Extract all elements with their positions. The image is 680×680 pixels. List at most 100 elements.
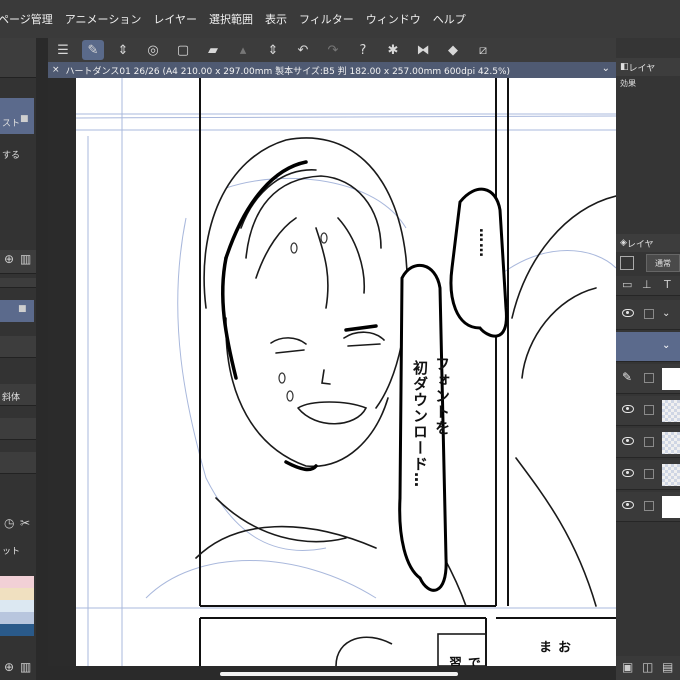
document-title: ハートダンス01 26/26 (A4 210.00 x 297.00mm 製本サ… — [65, 66, 511, 77]
blend-mode-select[interactable]: 通常 — [646, 254, 680, 272]
trash-icon[interactable]: ▥ — [20, 252, 31, 266]
lock-icon: ■ — [20, 114, 29, 124]
layer-thumbnail — [662, 496, 680, 518]
layer-property-tab[interactable]: ◧ レイヤ — [620, 59, 655, 75]
chevron-down-icon[interactable]: ⌄ — [602, 63, 610, 74]
menu-view[interactable]: 表示 — [259, 11, 293, 27]
panel-tab — [0, 278, 36, 288]
new-layer-icon[interactable]: ▭ — [622, 278, 632, 291]
manga-artwork — [75, 78, 616, 666]
property-selected[interactable] — [0, 300, 34, 322]
menu-icon[interactable]: ☰ — [52, 40, 74, 60]
lock-icon: ■ — [18, 304, 27, 314]
new-page-icon[interactable]: ▢ — [172, 40, 194, 60]
right-panel: ◧ レイヤ 効果 ◈ レイヤ 通常 ▭ ⊥ T ⌄ ⌄ ✎ ▣ ◫ ▤ — [616, 38, 680, 680]
checkbox[interactable] — [644, 373, 654, 383]
home-indicator[interactable] — [220, 672, 458, 676]
layer-panel-footer: ▣ ◫ ▤ — [616, 656, 680, 680]
eye-icon[interactable] — [622, 405, 634, 413]
layer-tools-row: ▭ ⊥ T — [616, 276, 680, 296]
bubble-text-line2: 初ダウンロード… — [411, 360, 429, 488]
layer-thumbnail — [662, 400, 680, 422]
redo-icon[interactable]: ↷ — [322, 40, 344, 60]
checkbox[interactable] — [644, 309, 654, 319]
menu-filter[interactable]: フィルター — [293, 11, 360, 27]
clock-icon[interactable]: ◷ — [4, 516, 14, 530]
chevron-down-icon[interactable]: ⌄ — [662, 340, 670, 351]
color-palette[interactable] — [0, 576, 34, 636]
text-tool-icon[interactable]: T — [664, 278, 671, 291]
menu-window[interactable]: ウィンドウ — [360, 11, 427, 27]
chevron-updown-icon[interactable]: ⇕ — [262, 40, 284, 60]
palette-label: ット — [2, 547, 21, 557]
wrench-icon[interactable]: ✂ — [20, 516, 30, 530]
layer-thumbnail — [662, 464, 680, 486]
effect-label: 効果 — [620, 78, 636, 88]
layer-icon: ◈ — [620, 238, 627, 248]
bottom-panel-text-2: で習 — [446, 656, 480, 666]
panel-header — [0, 38, 36, 78]
layer-row[interactable]: ✎ — [616, 364, 680, 394]
eye-icon[interactable] — [622, 469, 634, 477]
menu-selection[interactable]: 選択範囲 — [203, 11, 259, 27]
bubble-text-line1: フォントを — [433, 356, 451, 436]
histogram-control[interactable] — [0, 418, 36, 440]
close-icon[interactable]: × — [52, 65, 60, 75]
pin-icon[interactable]: ⊥ — [642, 278, 652, 291]
canvas-area[interactable]: …… フォントを 初ダウンロード… おま で習 — [48, 78, 616, 666]
eye-icon[interactable] — [622, 309, 634, 317]
spiral-icon[interactable]: ◎ — [142, 40, 164, 60]
option-label: する — [2, 151, 21, 161]
left-gutter — [36, 38, 48, 680]
layer-row[interactable]: ⌄ — [616, 300, 680, 330]
undo-icon[interactable]: ↶ — [292, 40, 314, 60]
trash-icon[interactable]: ▥ — [20, 660, 31, 674]
pen-icon: ✎ — [622, 370, 633, 384]
layer-panel-tab[interactable]: ◈ レイヤ — [620, 235, 654, 251]
eye-icon[interactable] — [622, 501, 634, 509]
add-icon[interactable]: ⊕ — [4, 660, 14, 674]
layer-row[interactable] — [616, 492, 680, 522]
layer-row[interactable] — [616, 460, 680, 490]
mask-icon[interactable]: ◫ — [642, 660, 653, 674]
sub-tool-label: スト — [2, 119, 21, 129]
folder-icon[interactable]: ▤ — [662, 660, 673, 674]
menu-help[interactable]: ヘルプ — [427, 11, 472, 27]
command-bar: ☰ ✎ ⇕ ◎ ▢ ▰ ▴ ⇕ ↶ ↷ ? ✱ ⧓ ◆ ⧄ — [48, 38, 616, 62]
left-panel: スト ■ する ⊕ ▥ ■ 斜体 ◷ ✂ ット ⊕ ▥ — [0, 38, 36, 680]
menu-bar: ページ管理 アニメーション レイヤー 選択範囲 表示 フィルター ウィンドウ ヘ… — [0, 0, 680, 38]
bottom-panel-text-1: おま — [536, 640, 570, 654]
chevron-down-icon[interactable]: ⌄ — [662, 308, 670, 319]
save-icon[interactable]: ▴ — [232, 40, 254, 60]
pen-tool-icon[interactable]: ✎ — [82, 40, 104, 60]
brush-settings-icon[interactable]: ✱ — [382, 40, 404, 60]
layer-row[interactable] — [616, 428, 680, 458]
menu-page-management[interactable]: ページ管理 — [0, 11, 59, 27]
ai-control[interactable] — [0, 452, 36, 474]
rotate-icon[interactable]: ◆ — [442, 40, 464, 60]
layer-row[interactable] — [616, 396, 680, 426]
size-slider[interactable] — [0, 336, 36, 358]
add-icon[interactable]: ⊕ — [4, 252, 14, 266]
color-square-icon[interactable] — [620, 256, 634, 270]
new-layer-icon[interactable]: ▣ — [622, 660, 633, 674]
chevron-updown-icon[interactable]: ⇕ — [112, 40, 134, 60]
transform-icon[interactable]: ⧄ — [472, 40, 494, 60]
checkbox[interactable] — [644, 405, 654, 415]
checkbox[interactable] — [644, 469, 654, 479]
checkbox[interactable] — [644, 437, 654, 447]
layer-thumbnail — [662, 368, 680, 390]
checkbox[interactable] — [644, 501, 654, 511]
italic-label: 斜体 — [2, 393, 21, 403]
eye-icon[interactable] — [622, 437, 634, 445]
bubble-text-ellipsis: …… — [476, 228, 492, 258]
layer-row-selected[interactable]: ⌄ — [616, 332, 680, 362]
document-tab[interactable]: × ハートダンス01 26/26 (A4 210.00 x 297.00mm 製… — [48, 62, 616, 78]
manga-page[interactable]: …… フォントを 初ダウンロード… おま で習 — [75, 78, 616, 666]
help-icon[interactable]: ? — [352, 40, 374, 60]
open-folder-icon[interactable]: ▰ — [202, 40, 224, 60]
menu-layer[interactable]: レイヤー — [147, 11, 203, 27]
flip-horizontal-icon[interactable]: ⧓ — [412, 40, 434, 60]
menu-animation[interactable]: アニメーション — [59, 11, 148, 27]
layer-icon: ◧ — [620, 62, 629, 72]
